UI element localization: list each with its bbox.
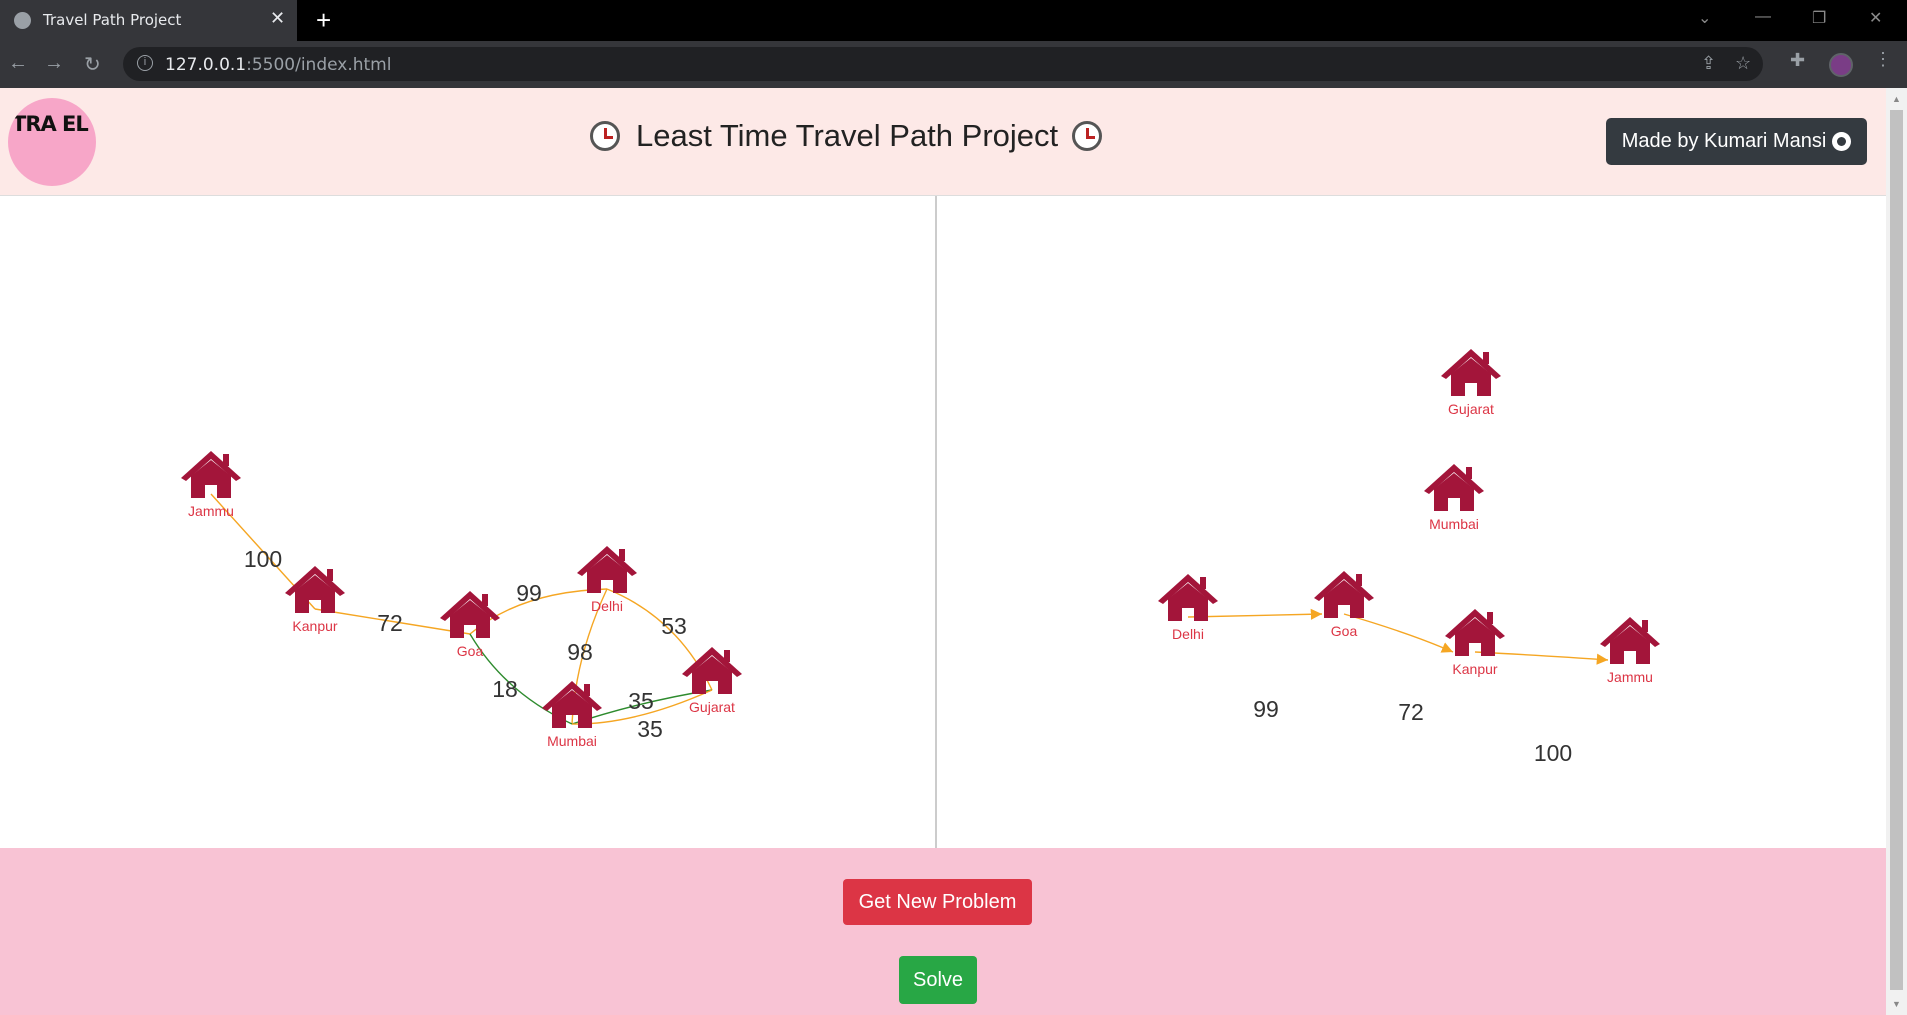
profile-avatar[interactable] (1829, 53, 1853, 77)
city-node-kanpur[interactable] (285, 566, 345, 613)
url-text: 127.0.0.1:5500/index.html (165, 55, 392, 75)
city-node-mumbai[interactable] (1424, 464, 1484, 511)
scrollbar-thumb[interactable] (1890, 110, 1903, 990)
made-by-button[interactable]: Made by Kumari Mansi (1606, 118, 1867, 165)
city-node-kanpur[interactable] (1445, 609, 1505, 656)
tab-title: Travel Path Project (43, 11, 182, 29)
edge-weight-label: 72 (377, 610, 403, 636)
edge-weight-label: 53 (661, 613, 687, 639)
page-header: TRA EL Least Time Travel Path Project Ma… (0, 88, 1886, 196)
graph-edge (1187, 608, 1323, 620)
share-icon[interactable]: ⇪ (1701, 53, 1716, 74)
tab-search-icon[interactable]: ⌄ (1698, 8, 1711, 28)
solution-graph-panel: 99 72 100 Gujarat Mumbai Delhi Goa Kanpur Jammu (939, 196, 1886, 848)
travel-logo: TRA EL (8, 98, 96, 186)
new-tab-icon[interactable]: + (316, 5, 331, 35)
problem-graph: 100 72 99 53 98 18 3535 Jammu Kanpur Goa Delhi Mumb… (181, 451, 742, 749)
edge-weight-label: 100 (1534, 740, 1572, 766)
city-label-jammu: Jammu (188, 503, 234, 519)
page-scrollbar[interactable]: ▲ ▼ (1886, 88, 1907, 1015)
city-label-gujarat: Gujarat (1448, 401, 1494, 417)
reload-icon[interactable]: ↻ (84, 52, 101, 77)
city-node-jammu[interactable] (181, 451, 241, 498)
site-info-icon[interactable]: i (137, 55, 153, 71)
extensions-icon[interactable]: ✚ (1790, 50, 1805, 71)
scroll-up-icon[interactable]: ▲ (1892, 94, 1901, 104)
city-label-kanpur: Kanpur (1452, 661, 1497, 677)
graph-edge (1343, 613, 1454, 653)
edge-weight-label: 99 (516, 580, 542, 606)
city-node-delhi[interactable] (577, 546, 637, 593)
edge-weight-label: 18 (492, 676, 518, 702)
city-label-kanpur: Kanpur (292, 618, 337, 634)
github-icon (1832, 132, 1852, 151)
back-icon[interactable]: ← (8, 52, 28, 75)
get-new-problem-button[interactable]: Get New Problem (843, 879, 1032, 925)
scroll-down-icon[interactable]: ▼ (1892, 999, 1901, 1009)
globe-icon (14, 12, 31, 29)
city-node-jammu[interactable] (1600, 617, 1660, 664)
solve-button[interactable]: Solve (899, 956, 977, 1004)
forward-icon[interactable]: → (44, 52, 64, 75)
browser-tab-strip: Travel Path Project ✕ + ⌄ — ❐ ✕ (0, 0, 1907, 41)
edge-weight-label: 98 (567, 639, 593, 665)
city-label-delhi: Delhi (1172, 626, 1204, 642)
edge-weight-label: 35 (628, 688, 654, 714)
edge-weight-label: 72 (1398, 699, 1424, 725)
browser-tab[interactable]: Travel Path Project ✕ (0, 0, 297, 41)
city-label-goa: Goa (1331, 623, 1358, 639)
close-window-icon[interactable]: ✕ (1869, 8, 1882, 28)
edge-weight-label: 35 (637, 716, 663, 742)
city-label-mumbai: Mumbai (1429, 516, 1479, 532)
page-content: TRA EL Least Time Travel Path Project Ma… (0, 88, 1886, 1015)
close-tab-icon[interactable]: ✕ (270, 8, 285, 29)
city-node-goa[interactable] (1314, 571, 1374, 618)
city-label-gujarat: Gujarat (689, 699, 735, 715)
minimize-icon[interactable]: — (1755, 8, 1771, 26)
address-bar-row: ← → ↻ i 127.0.0.1:5500/index.html ⇪ ☆ ✚ … (0, 41, 1907, 88)
city-node-delhi[interactable] (1158, 574, 1218, 621)
title-wrap: Least Time Travel Path Project (590, 118, 1103, 154)
address-input[interactable]: i 127.0.0.1:5500/index.html ⇪ ☆ (123, 47, 1763, 81)
bookmark-star-icon[interactable]: ☆ (1735, 53, 1751, 74)
edge-weight-label: 100 (244, 546, 282, 572)
restore-icon[interactable]: ❐ (1812, 8, 1826, 28)
city-node-gujarat[interactable] (1441, 349, 1501, 396)
clock-icon (590, 121, 620, 151)
clock-icon (1072, 121, 1103, 151)
problem-graph-panel: 100 72 99 53 98 18 35 35 Jammu Kanpur Goa Delhi Mumb… (0, 196, 937, 848)
edge-weight-label: 99 (1253, 696, 1279, 722)
chrome-menu-icon[interactable]: ⋮ (1874, 49, 1892, 70)
city-label-delhi: Delhi (591, 598, 623, 614)
city-label-goa: Goa (457, 643, 484, 659)
solution-graph: 99 72 100 Gujarat Mumbai Delhi Goa Kanpur Jammu (1158, 349, 1660, 766)
page-title: Least Time Travel Path Project (636, 118, 1059, 153)
city-label-mumbai: Mumbai (547, 733, 597, 749)
city-label-jammu: Jammu (1607, 669, 1653, 685)
